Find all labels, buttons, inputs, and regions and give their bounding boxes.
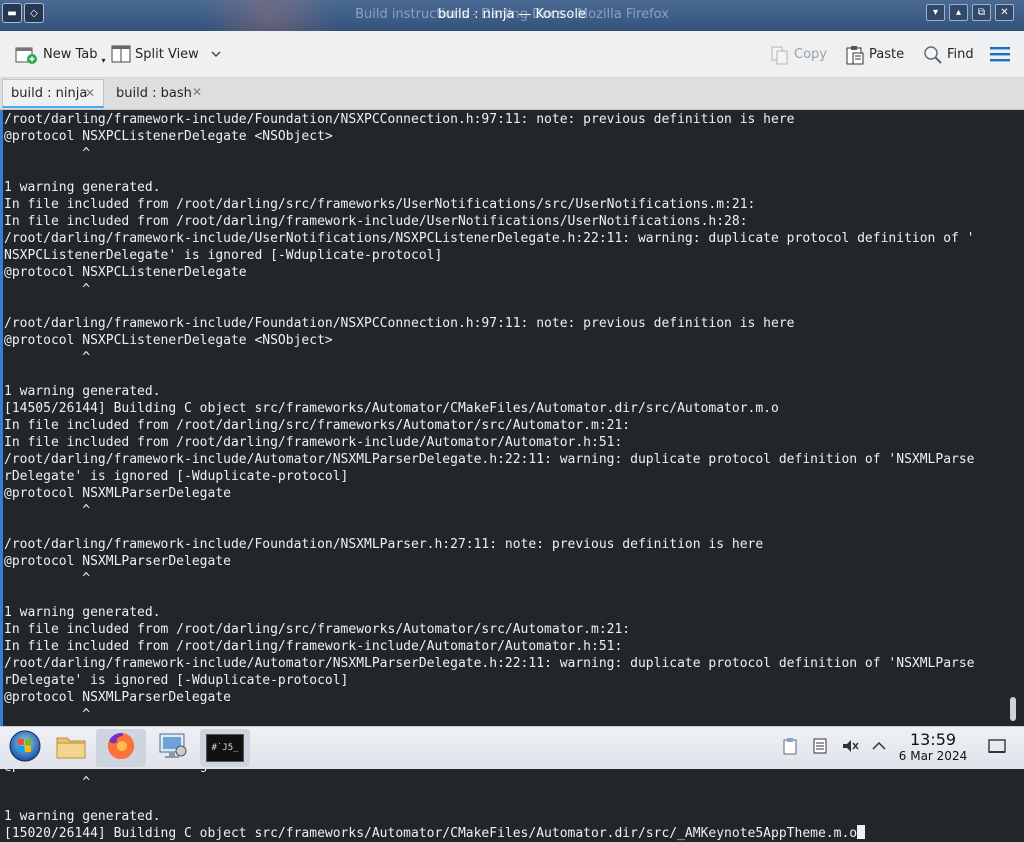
terminal-line: rDelegate' is ignored [-Wduplicate-proto…	[4, 469, 349, 484]
start-orb-icon	[8, 729, 42, 767]
terminal-line: 1 warning generated.	[4, 809, 161, 824]
terminal-view[interactable]: /root/darling/framework-include/Foundati…	[0, 110, 1024, 841]
terminal-task-label: #˙J5_	[211, 743, 239, 753]
terminal-line: 1 warning generated.	[4, 180, 161, 195]
konsole-task[interactable]: #˙J5_	[200, 729, 250, 767]
split-view-icon	[111, 45, 131, 63]
paste-button[interactable]: Paste	[845, 45, 905, 65]
split-view-chevron-down-icon[interactable]	[211, 47, 221, 62]
find-label: Find	[947, 46, 974, 62]
terminal-line: [14505/26144] Building C object src/fram…	[4, 401, 779, 416]
terminal-scrollbar[interactable]	[1010, 697, 1016, 721]
terminal-line: In file included from /root/darling/fram…	[4, 639, 623, 654]
tab-build-bash[interactable]: build : bash ✕	[108, 79, 210, 108]
copy-label: Copy	[794, 46, 827, 62]
maximize-button[interactable]: ▴	[949, 4, 968, 21]
terminal-line: rDelegate' is ignored [-Wduplicate-proto…	[4, 673, 349, 688]
paste-label: Paste	[869, 46, 905, 62]
minimize-button[interactable]: ▾	[926, 4, 945, 21]
copy-icon	[770, 45, 788, 65]
terminal-icon: #˙J5_	[206, 734, 244, 762]
hamburger-menu-button[interactable]	[990, 45, 1010, 63]
hamburger-menu-icon	[990, 45, 1010, 63]
close-button[interactable]: ✕	[995, 4, 1014, 21]
terminal-line: ^	[4, 707, 91, 722]
terminal-line: /root/darling/framework-include/UserNoti…	[4, 231, 975, 246]
clipboard-tray-icon[interactable]	[781, 737, 799, 755]
firefox-icon	[106, 731, 136, 765]
tab-label: build : bash	[116, 86, 192, 101]
tab-label: build : ninja	[11, 85, 88, 101]
terminal-line: ^	[4, 146, 91, 161]
terminal-line: @protocol NSXMLParserDelegate	[4, 486, 231, 501]
taskbar: #˙J5_ 13:59 6 Mar 2024	[0, 726, 1024, 769]
restore-button[interactable]: ⧉	[972, 4, 991, 21]
volume-muted-icon[interactable]	[841, 737, 859, 755]
terminal-line: @protocol NSXMLParserDelegate	[4, 690, 231, 705]
terminal-line: ^	[4, 571, 91, 586]
split-view-label: Split View	[135, 46, 199, 62]
find-button[interactable]: Find	[923, 45, 974, 64]
firefox-task[interactable]	[96, 729, 146, 767]
split-view-button[interactable]: Split View	[111, 45, 221, 63]
terminal-line: /root/darling/framework-include/Foundati…	[4, 316, 795, 331]
terminal-focus-edge	[0, 110, 3, 726]
terminal-line: In file included from /root/darling/src/…	[4, 197, 756, 212]
new-tab-icon	[15, 45, 37, 64]
konsole-toolbar: New Tab ▾ Split View Copy Paste Find	[0, 31, 1024, 78]
search-icon	[923, 45, 942, 64]
tab-build-ninja[interactable]: build : ninja ✕	[2, 79, 104, 108]
terminal-line: ^	[4, 282, 91, 297]
close-tab-icon[interactable]: ✕	[85, 86, 95, 100]
terminal-line: In file included from /root/darling/src/…	[4, 622, 631, 637]
terminal-line: NSXPCListenerDelegate' is ignored [-Wdup…	[4, 248, 443, 263]
file-manager-task[interactable]	[46, 729, 96, 767]
terminal-cursor	[857, 825, 866, 839]
terminal-line: 1 warning generated.	[4, 384, 161, 399]
window-title: Build instructions - Darling Docs - Mozi…	[0, 7, 1024, 22]
new-tab-dropdown-icon[interactable]: ▾	[102, 56, 106, 65]
terminal-line: ^	[4, 503, 91, 518]
clock-date: 6 Mar 2024	[898, 749, 968, 763]
terminal-line: ^	[4, 350, 91, 365]
window-title-text: build : ninja — Konsole	[438, 7, 586, 22]
folder-icon	[55, 732, 87, 764]
terminal-line: @protocol NSXPCListenerDelegate	[4, 265, 247, 280]
terminal-line: @protocol NSXPCListenerDelegate <NSObjec…	[4, 333, 333, 348]
terminal-line: @protocol NSXPCListenerDelegate <NSObjec…	[4, 129, 333, 144]
close-tab-icon[interactable]: ✕	[192, 85, 202, 99]
clock-time: 13:59	[909, 730, 957, 749]
system-settings-task[interactable]	[148, 729, 198, 767]
tab-bar: build : ninja ✕ build : bash ✕	[0, 78, 1024, 110]
window-titlebar[interactable]: ▬ ◇ Build instructions - Darling Docs - …	[0, 0, 1024, 31]
terminal-line: /root/darling/framework-include/Automato…	[4, 452, 975, 467]
show-desktop-icon[interactable]	[988, 737, 1006, 755]
terminal-line: @protocol NSXMLParserDelegate	[4, 554, 231, 569]
new-tab-label: New Tab	[43, 46, 98, 62]
copy-button[interactable]: Copy	[770, 45, 827, 65]
terminal-line: 1 warning generated.	[4, 605, 161, 620]
terminal-line: ^	[4, 775, 91, 790]
notes-tray-icon[interactable]	[811, 737, 829, 755]
terminal-line: [15020/26144] Building C object src/fram…	[4, 826, 858, 841]
start-menu-button[interactable]	[0, 729, 50, 767]
computer-settings-icon	[157, 731, 189, 765]
chevron-up-icon[interactable]	[870, 737, 888, 755]
terminal-line: In file included from /root/darling/src/…	[4, 418, 631, 433]
terminal-line: In file included from /root/darling/fram…	[4, 214, 748, 229]
new-tab-button[interactable]: New Tab ▾	[15, 45, 108, 65]
terminal-line: In file included from /root/darling/fram…	[4, 435, 623, 450]
terminal-line: /root/darling/framework-include/Foundati…	[4, 112, 795, 127]
terminal-line: /root/darling/framework-include/Automato…	[4, 656, 975, 671]
terminal-line: /root/darling/framework-include/Foundati…	[4, 537, 764, 552]
paste-icon	[845, 45, 864, 65]
clock[interactable]: 13:59 6 Mar 2024	[896, 731, 970, 764]
